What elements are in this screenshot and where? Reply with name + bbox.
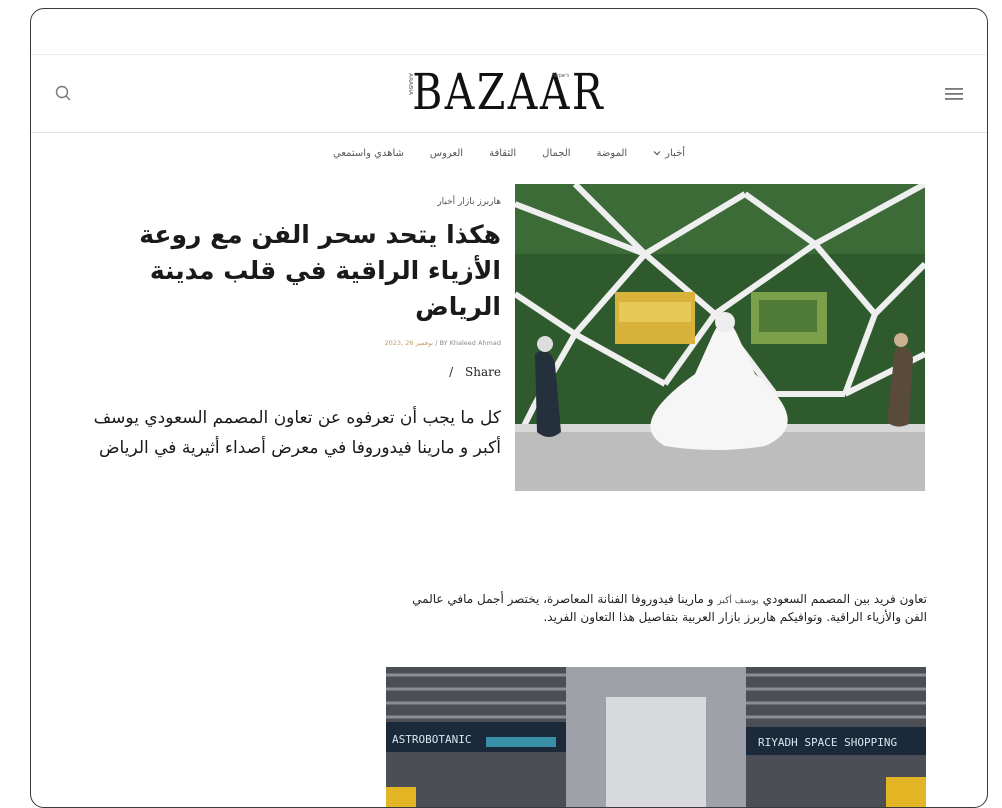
mall-photo[interactable]: ASTROBOTANIC RIYADH SPACE SHOPPING (386, 667, 926, 807)
nav-item-label: أخبار (665, 147, 686, 159)
nav-item-culture[interactable]: الثقافة (489, 148, 516, 159)
top-bar (31, 9, 987, 55)
mall-sign-right-text: RIYADH SPACE SHOPPING (758, 736, 897, 749)
article-byline: نوفمبر 26 ,2023 / BY Khaleed Ahmad (71, 339, 502, 347)
browser-frame: ARABIA BAZAAR Harper's أخبار الموضة الجم… (30, 8, 988, 808)
logo-text: BAZAAR (412, 63, 606, 121)
nav-item-bride[interactable]: العروس (430, 148, 463, 159)
main-nav: أخبار الموضة الجمال الثقافة العروس شاهدي… (31, 133, 987, 173)
site-header: ARABIA BAZAAR Harper's (31, 55, 987, 133)
hero-image[interactable] (515, 184, 925, 491)
byline-date: نوفمبر 26 ,2023 (384, 339, 434, 347)
article-headline: هكذا يتحد سحر الفن مع روعة الأزياء الراق… (139, 220, 501, 321)
chevron-down-icon (653, 151, 661, 156)
logo-wrap: ARABIA BAZAAR Harper's (31, 63, 987, 121)
byline-separator: / (435, 339, 438, 347)
logo-harpers-text: Harper's (552, 73, 570, 79)
share-button[interactable]: Share (465, 365, 501, 379)
body-text-name: يوسف أكبر (717, 596, 759, 606)
body-text-start: تعاون فريد بين المصمم السعودي (758, 592, 927, 606)
share-row: / Share (71, 365, 501, 379)
article-header: هاربرز بازار أخبار هكذا يتحد سحر الفن مع… (71, 197, 501, 463)
byline-author[interactable]: BY Khaleed Ahmad (439, 339, 501, 347)
nav-item-news[interactable]: أخبار (653, 148, 685, 159)
article-dek: كل ما يجب أن تعرفوه عن تعاون المصمم السع… (93, 408, 501, 458)
hamburger-menu-icon-svg (945, 88, 963, 100)
mall-sign-left-text: ASTROBOTANIC (392, 733, 471, 746)
article-kicker[interactable]: هاربرز بازار أخبار (71, 197, 501, 207)
mall-photo-svg: ASTROBOTANIC RIYADH SPACE SHOPPING (386, 667, 926, 807)
article-body-paragraph: تعاون فريد بين المصمم السعودي يوسف أكبر … (391, 591, 927, 625)
nav-item-fashion[interactable]: الموضة (597, 148, 628, 159)
nav-item-beauty[interactable]: الجمال (542, 148, 570, 159)
exhibition-photo (515, 184, 925, 491)
hamburger-menu-icon[interactable] (943, 85, 965, 103)
site-logo[interactable]: ARABIA BAZAAR Harper's (408, 63, 606, 121)
nav-item-watch-listen[interactable]: شاهدي واستمعي (333, 148, 404, 159)
share-slash: / (449, 365, 454, 379)
logo-arabia-text: ARABIA (407, 73, 414, 96)
